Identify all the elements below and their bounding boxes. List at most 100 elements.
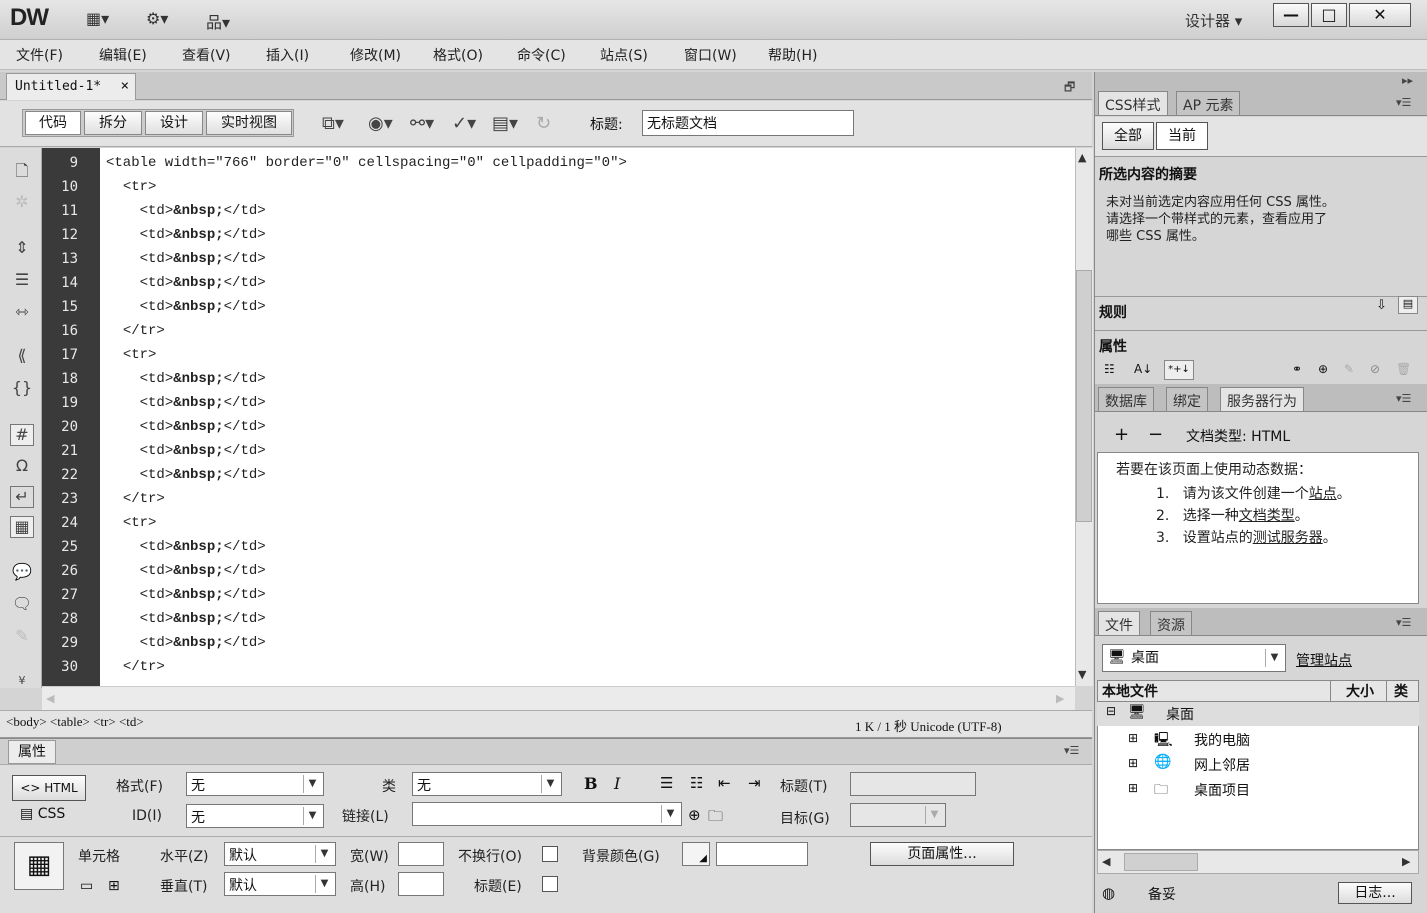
tag-selector[interactable]: <body> <table> <tr> <td> (6, 714, 144, 730)
design-view-button[interactable]: 设计 (145, 111, 203, 135)
height-input[interactable] (398, 872, 444, 896)
live-view-button[interactable]: 实时视图 (206, 111, 292, 135)
properties-tab[interactable]: 属性 (8, 740, 56, 764)
horizontal-scrollbar[interactable] (42, 686, 1075, 710)
target-select[interactable]: ▼ (850, 803, 946, 827)
col-type[interactable]: 类 (1394, 681, 1408, 701)
word-wrap-icon[interactable]: ↵ (10, 486, 34, 508)
title-attr-input[interactable] (850, 772, 976, 796)
close-tab-icon[interactable]: × (121, 78, 129, 94)
menu-commands[interactable]: 命令(C) (517, 45, 566, 65)
visual-aids-icon[interactable]: ▤▾ (492, 113, 518, 134)
width-input[interactable] (398, 842, 444, 866)
new-rule-icon[interactable]: ⊕ (1318, 362, 1328, 376)
minimize-button[interactable]: — (1273, 3, 1309, 27)
tab-assets[interactable]: 资源 (1150, 611, 1192, 635)
col-local-files[interactable]: 本地文件 (1102, 681, 1158, 701)
show-cascade-icon[interactable]: ▤ (1398, 296, 1418, 314)
id-select[interactable]: 无 ▼ (186, 804, 324, 828)
log-button[interactable]: 日志... (1338, 882, 1412, 904)
menu-insert[interactable]: 插入(I) (266, 45, 309, 65)
set-properties-icon[interactable]: *+↓ (1164, 360, 1194, 380)
page-properties-button[interactable]: 页面属性... (870, 842, 1014, 866)
add-behavior-button[interactable]: + (1114, 424, 1129, 445)
horizontal-select[interactable]: 默认 ▼ (224, 842, 336, 866)
edit-rule-icon[interactable]: ✎ (1344, 362, 1354, 376)
nowrap-checkbox[interactable] (542, 846, 558, 862)
files-scroll-left-icon[interactable]: ◀ (1102, 855, 1110, 868)
line-numbers-icon[interactable]: # (10, 424, 34, 446)
css-current-button[interactable]: 当前 (1156, 122, 1208, 150)
format-select[interactable]: 无 ▼ (186, 772, 324, 796)
menu-modify[interactable]: 修改(M) (350, 45, 401, 65)
validate-icon[interactable]: ✓▾ (452, 113, 476, 134)
more-tools-icon[interactable]: ¥ (10, 674, 34, 696)
server-panel-menu-icon[interactable]: ▾☰ (1396, 392, 1411, 405)
css-mode-button[interactable]: ▤ CSS (20, 806, 65, 822)
tab-bindings[interactable]: 绑定 (1166, 387, 1208, 411)
tab-css-styles[interactable]: CSS样式 (1098, 91, 1168, 115)
files-scroll-thumb[interactable] (1124, 853, 1198, 871)
scroll-down-icon[interactable]: ▼ (1078, 668, 1086, 681)
apply-comment-icon[interactable]: 💬 (10, 562, 34, 584)
syntax-coloring-icon[interactable]: ▦ (10, 516, 34, 538)
collapse-tag-icon[interactable]: ⇕ (10, 238, 34, 260)
html-mode-button[interactable]: <> HTML (12, 775, 86, 801)
link-input[interactable]: ▼ (412, 802, 682, 826)
tree-item-my-computer[interactable]: 我的电脑 (1194, 730, 1250, 750)
indent-icon[interactable]: ⇥ (748, 774, 761, 792)
show-code-navigator-icon[interactable]: ✲ (10, 192, 34, 214)
tree-item-desktop-items[interactable]: 桌面项目 (1194, 780, 1250, 800)
collapse-selection-icon[interactable]: ☰ (10, 270, 34, 292)
split-cell-icon[interactable]: ⊞ (108, 878, 120, 894)
remove-behavior-button[interactable]: − (1148, 424, 1163, 445)
inspect-icon[interactable]: ⚯▾ (410, 113, 434, 134)
site-icon[interactable]: 品▾ (206, 9, 230, 33)
css-panel-menu-icon[interactable]: ▾☰ (1396, 96, 1411, 109)
maximize-button[interactable]: □ (1311, 3, 1347, 27)
bold-button[interactable]: B (584, 774, 598, 793)
disable-rule-icon[interactable]: ⊘ (1370, 362, 1380, 376)
attach-style-icon[interactable]: ⚭ (1292, 362, 1302, 376)
files-scroll-right-icon[interactable]: ▶ (1402, 855, 1410, 868)
ordered-list-icon[interactable]: ☷ (690, 774, 703, 792)
tree-item-network[interactable]: 网上邻居 (1194, 755, 1250, 775)
tab-ap-elements[interactable]: AP 元素 (1176, 91, 1241, 115)
expand-icon[interactable]: ⊞ (1128, 781, 1138, 795)
point-to-file-icon[interactable]: ⊕ (688, 806, 701, 824)
split-view-button[interactable]: 拆分 (84, 111, 142, 135)
vertical-select[interactable]: 默认 ▼ (224, 872, 336, 896)
code-editor[interactable]: <table width="766" border="0" cellspacin… (100, 148, 1075, 686)
menu-window[interactable]: 窗口(W) (684, 45, 737, 65)
title-input[interactable]: 无标题文档 (642, 110, 854, 136)
multiscreen-icon[interactable]: ⧉▾ (322, 113, 344, 134)
menu-help[interactable]: 帮助(H) (768, 45, 817, 65)
merge-cells-icon[interactable]: ▭ (80, 878, 93, 894)
workspace-switcher[interactable]: 设计器 ▾ (1185, 10, 1242, 31)
open-documents-icon[interactable]: 🗋 (10, 160, 34, 182)
site-link[interactable]: 站点 (1309, 486, 1337, 502)
menu-file[interactable]: 文件(F) (16, 45, 63, 65)
select-parent-tag-icon[interactable]: ⟪ (10, 346, 34, 368)
collapse-icon[interactable]: ⊟ (1106, 704, 1116, 718)
remove-comment-icon[interactable]: 🗨 (10, 594, 34, 616)
manage-sites-link[interactable]: 管理站点 (1296, 650, 1352, 670)
close-button[interactable]: ✕ (1349, 3, 1411, 27)
doc-type-link[interactable]: 文档类型 (1239, 508, 1295, 524)
menu-site[interactable]: 站点(S) (600, 45, 648, 65)
outdent-icon[interactable]: ⇤ (718, 774, 731, 792)
highlight-invalid-icon[interactable]: Ω (10, 456, 34, 478)
expand-icon[interactable]: ⊞ (1128, 756, 1138, 770)
about-info-icon[interactable]: ⇩ (1376, 298, 1387, 313)
tab-databases[interactable]: 数据库 (1098, 387, 1154, 411)
delete-rule-icon[interactable]: 🗑 (1396, 362, 1411, 376)
expand-all-icon[interactable]: ⇿ (10, 302, 34, 324)
site-location-select[interactable]: 桌面 ▼ (1102, 644, 1286, 672)
document-tab[interactable]: Untitled-1* × (6, 73, 136, 100)
bgcolor-input[interactable] (716, 842, 808, 866)
scroll-left-icon[interactable]: ◀ (46, 692, 54, 705)
refresh-icon[interactable]: ↻ (536, 113, 551, 134)
collapse-dock-icon[interactable]: ▸▸ (1402, 74, 1413, 87)
code-view-button[interactable]: 代码 (25, 111, 81, 135)
color-picker-icon[interactable]: ◢ (682, 842, 710, 866)
